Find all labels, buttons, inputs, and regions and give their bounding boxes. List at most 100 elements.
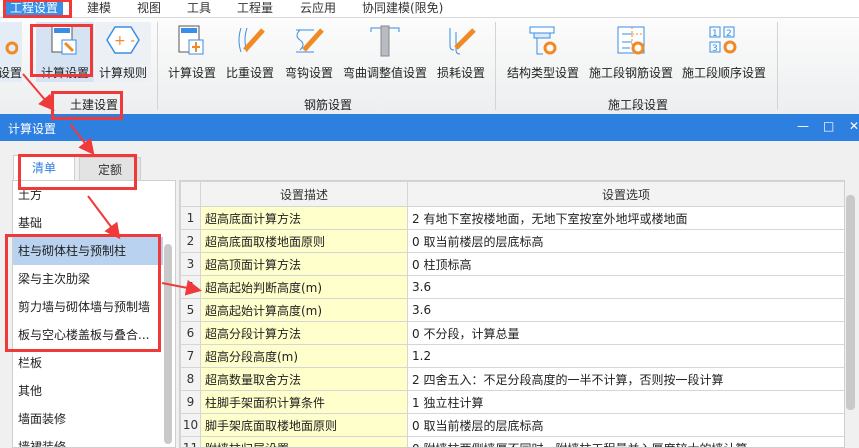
ribbon: 设置 计算设置 + - 计算规则 土建设置 计算设置 比重设置 弯钩设置 弯曲调…: [0, 18, 859, 114]
setting-option[interactable]: 0 取当前楼层的层底标高: [407, 229, 844, 253]
setting-description: 超高起始判断高度(m): [200, 275, 408, 299]
row-index: 1: [180, 206, 201, 230]
row-index: 6: [180, 321, 201, 345]
row-index: 10: [180, 413, 201, 437]
setting-option[interactable]: 1 独立柱计算: [407, 390, 844, 414]
list-item[interactable]: 栏板: [13, 349, 163, 377]
setting-option[interactable]: 2 有地下室按楼地面，无地下室按室外地坪或楼地面: [407, 206, 844, 230]
hook-pencil-icon: [292, 24, 326, 58]
table-row[interactable]: 3 超高顶面计算方法 0 柱顶标高: [180, 252, 844, 276]
table-row[interactable]: 5 超高起始计算高度(m) 3.6: [180, 298, 844, 322]
setting-description: 超高分段高度(m): [200, 344, 408, 368]
row-index: 9: [180, 390, 201, 414]
list-item[interactable]: 剪力墙与砌体墙与预制墙: [13, 293, 163, 321]
list-item[interactable]: 板与空心楼盖板与叠合...: [13, 321, 163, 349]
row-index: 4: [180, 275, 201, 299]
tab-quota[interactable]: 定额: [79, 157, 141, 181]
settings-table: 设置描述 设置选项 1 超高底面计算方法 2 有地下室按楼地面，无地下室按室外地坪或楼…: [179, 180, 845, 448]
setting-description: 超高数量取舍方法: [200, 367, 408, 391]
menu-quantities[interactable]: 工程量: [232, 0, 278, 18]
calculator-icon: [175, 24, 209, 58]
table-row[interactable]: 1 超高底面计算方法 2 有地下室按楼地面，无地下室按室外地坪或楼地面: [180, 206, 844, 230]
setting-option[interactable]: 0 附墙柱两侧墙厚不同时，附墙柱工程量并入厚度较大的墙计算: [407, 436, 844, 447]
calculator-wrench-icon: [48, 24, 82, 58]
hooks-pencil-icon: [444, 24, 478, 58]
menu-collab-modeling[interactable]: 协同建模(限免): [357, 0, 448, 18]
menu-view[interactable]: 视图: [132, 0, 166, 18]
stage-rebar-settings-button[interactable]: 施工段钢筋设置: [588, 22, 674, 82]
group-separator: [495, 22, 496, 110]
header-option: 设置选项: [407, 181, 844, 207]
table-row[interactable]: 9 柱脚手架面积计算条件 1 独立柱计算: [180, 390, 844, 414]
numbered-gear-icon: 123: [707, 24, 741, 58]
setting-description: 超高底面取楼地面原则: [200, 229, 408, 253]
maximize-icon[interactable]: □: [823, 119, 834, 133]
setting-description: 超高分段计算方法: [200, 321, 408, 345]
category-list: 土方 基础 柱与砌体柱与预制柱 梁与主次肋梁 剪力墙与砌体墙与预制墙 板与空心楼…: [12, 180, 176, 448]
group-label-tujian: 土建设置: [70, 98, 119, 112]
svg-text:2: 2: [726, 29, 732, 39]
close-icon[interactable]: ✕: [849, 119, 859, 133]
tab-bill[interactable]: 清单: [13, 155, 75, 181]
group-label-rebar: 钢筋设置: [304, 98, 353, 112]
structure-type-settings-button[interactable]: 结构类型设置: [503, 22, 583, 82]
hook-settings-button[interactable]: 弯钩设置: [281, 22, 337, 82]
setting-option[interactable]: 3.6: [407, 275, 844, 299]
menu-bar: 工程设置 建模 视图 工具 工程量 云应用 协同建模(限免): [0, 0, 859, 18]
list-item[interactable]: 土方: [13, 181, 163, 209]
menu-tools[interactable]: 工具: [182, 0, 216, 18]
table-row[interactable]: 6 超高分段计算方法 0 不分段，计算总量: [180, 321, 844, 345]
menu-cloud[interactable]: 云应用: [295, 0, 341, 18]
rebar-pencil-icon: [233, 24, 267, 58]
svg-text:+ -: + -: [114, 33, 135, 49]
setting-description: 脚手架底面取楼地面原则: [200, 413, 408, 437]
list-item[interactable]: 墙裙装修: [13, 433, 163, 447]
list-item[interactable]: 墙面装修: [13, 405, 163, 433]
table-row[interactable]: 7 超高分段高度(m) 1.2: [180, 344, 844, 368]
setting-description: 附墙柱归属设置: [200, 436, 408, 447]
setting-option[interactable]: 0 取当前楼层的层底标高: [407, 413, 844, 437]
setting-option[interactable]: 3.6: [407, 298, 844, 322]
list-scrollbar[interactable]: [164, 244, 172, 444]
rebar-calc-settings-button[interactable]: 计算设置: [165, 22, 219, 82]
stage-gear-icon: [614, 24, 648, 58]
setting-option[interactable]: 0 柱顶标高: [407, 252, 844, 276]
tujian-calc-settings-button[interactable]: 计算设置: [36, 22, 94, 82]
column-icon: [368, 24, 402, 58]
density-settings-button[interactable]: 比重设置: [222, 22, 278, 82]
table-row[interactable]: 4 超高起始判断高度(m) 3.6: [180, 275, 844, 299]
dialog-title-bar[interactable]: 计算设置 — □ ✕: [0, 114, 859, 141]
tujian-calc-rules-button[interactable]: + - 计算规则: [95, 22, 151, 82]
table-row[interactable]: 11附墙柱归属设置0 附墙柱两侧墙厚不同时，附墙柱工程量并入厚度较大的墙计算: [180, 436, 844, 447]
group-label-stage: 施工段设置: [608, 98, 669, 112]
loss-settings-button[interactable]: 损耗设置: [433, 22, 489, 82]
list-item[interactable]: 其他: [13, 377, 163, 405]
row-index: 2: [180, 229, 201, 253]
setting-description: 超高顶面计算方法: [200, 252, 408, 276]
setting-option[interactable]: 2 四舍五入：不足分段高度的一半不计算，否则按一段计算: [407, 367, 844, 391]
row-index: 7: [180, 344, 201, 368]
menu-modeling[interactable]: 建模: [82, 0, 116, 18]
ribbon-partial-settings[interactable]: 设置: [0, 22, 22, 82]
list-item-selected[interactable]: 柱与砌体柱与预制柱: [13, 237, 163, 265]
setting-option[interactable]: 0 不分段，计算总量: [407, 321, 844, 345]
table-row[interactable]: 2 超高底面取楼地面原则 0 取当前楼层的层底标高: [180, 229, 844, 253]
minimize-icon[interactable]: —: [797, 119, 809, 133]
table-row[interactable]: 10 脚手架底面取楼地面原则 0 取当前楼层的层底标高: [180, 413, 844, 437]
setting-description: 超高底面计算方法: [200, 206, 408, 230]
setting-option[interactable]: 1.2: [407, 344, 844, 368]
group-separator: [777, 22, 778, 110]
setting-description: 柱脚手架面积计算条件: [200, 390, 408, 414]
group-separator: [157, 22, 158, 110]
row-index: 3: [180, 252, 201, 276]
table-row[interactable]: 8 超高数量取舍方法 2 四舍五入：不足分段高度的一半不计算，否则按一段计算: [180, 367, 844, 391]
plus-minus-icon: + -: [106, 24, 140, 58]
menu-project-settings[interactable]: 工程设置: [5, 0, 64, 18]
stage-order-settings-button[interactable]: 123 施工段顺序设置: [681, 22, 767, 82]
row-index: 11: [180, 436, 201, 447]
list-item[interactable]: 基础: [13, 209, 163, 237]
row-index: 8: [180, 367, 201, 391]
list-item[interactable]: 梁与主次肋梁: [13, 265, 163, 293]
bend-adjust-settings-button[interactable]: 弯曲调整值设置: [341, 22, 429, 82]
table-scrollbar[interactable]: [846, 195, 855, 410]
